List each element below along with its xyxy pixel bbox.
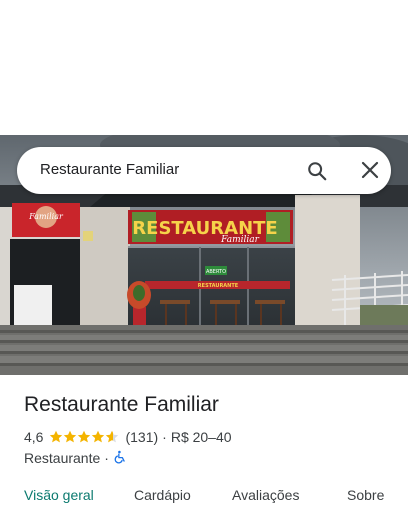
star-rating xyxy=(49,430,119,444)
star-icon xyxy=(78,430,91,443)
tab-menu[interactable]: Cardápio xyxy=(134,487,191,503)
rating-value: 4,6 xyxy=(24,429,44,445)
close-button[interactable] xyxy=(356,156,384,184)
place-tabs: Visão geral Cardápio Avaliações Sobre xyxy=(0,480,408,510)
price-range: R$ 20–40 xyxy=(170,429,232,445)
separator-dot: · xyxy=(162,429,167,445)
storefront-sign-subtext: Familiar xyxy=(220,235,260,245)
star-icon xyxy=(92,430,105,443)
tab-reviews[interactable]: Avaliações xyxy=(232,487,299,503)
open-sign-text: ABERTO xyxy=(206,269,226,275)
window-banner-text: RESTAURANTE xyxy=(198,283,239,289)
rating-row[interactable]: 4,6 (131) · R$ 20–40 xyxy=(24,428,232,446)
separator-dot: · xyxy=(104,450,109,466)
side-sign-text: Familiar xyxy=(28,212,64,221)
wheelchair-icon xyxy=(113,450,127,467)
search-bar[interactable]: Restaurante Familiar xyxy=(17,147,391,194)
search-button[interactable] xyxy=(303,157,331,185)
category-row: Restaurante · xyxy=(24,449,127,467)
review-count[interactable]: (131) xyxy=(125,429,158,445)
star-icon xyxy=(64,430,77,443)
search-input[interactable]: Restaurante Familiar xyxy=(40,161,179,178)
place-title: Restaurante Familiar xyxy=(24,393,219,416)
search-icon xyxy=(308,162,327,181)
tab-about[interactable]: Sobre xyxy=(347,487,384,503)
star-icon xyxy=(50,430,63,443)
close-icon xyxy=(361,161,379,179)
tab-overview[interactable]: Visão geral xyxy=(24,487,94,503)
place-category: Restaurante xyxy=(24,450,101,466)
star-icon xyxy=(106,430,119,443)
